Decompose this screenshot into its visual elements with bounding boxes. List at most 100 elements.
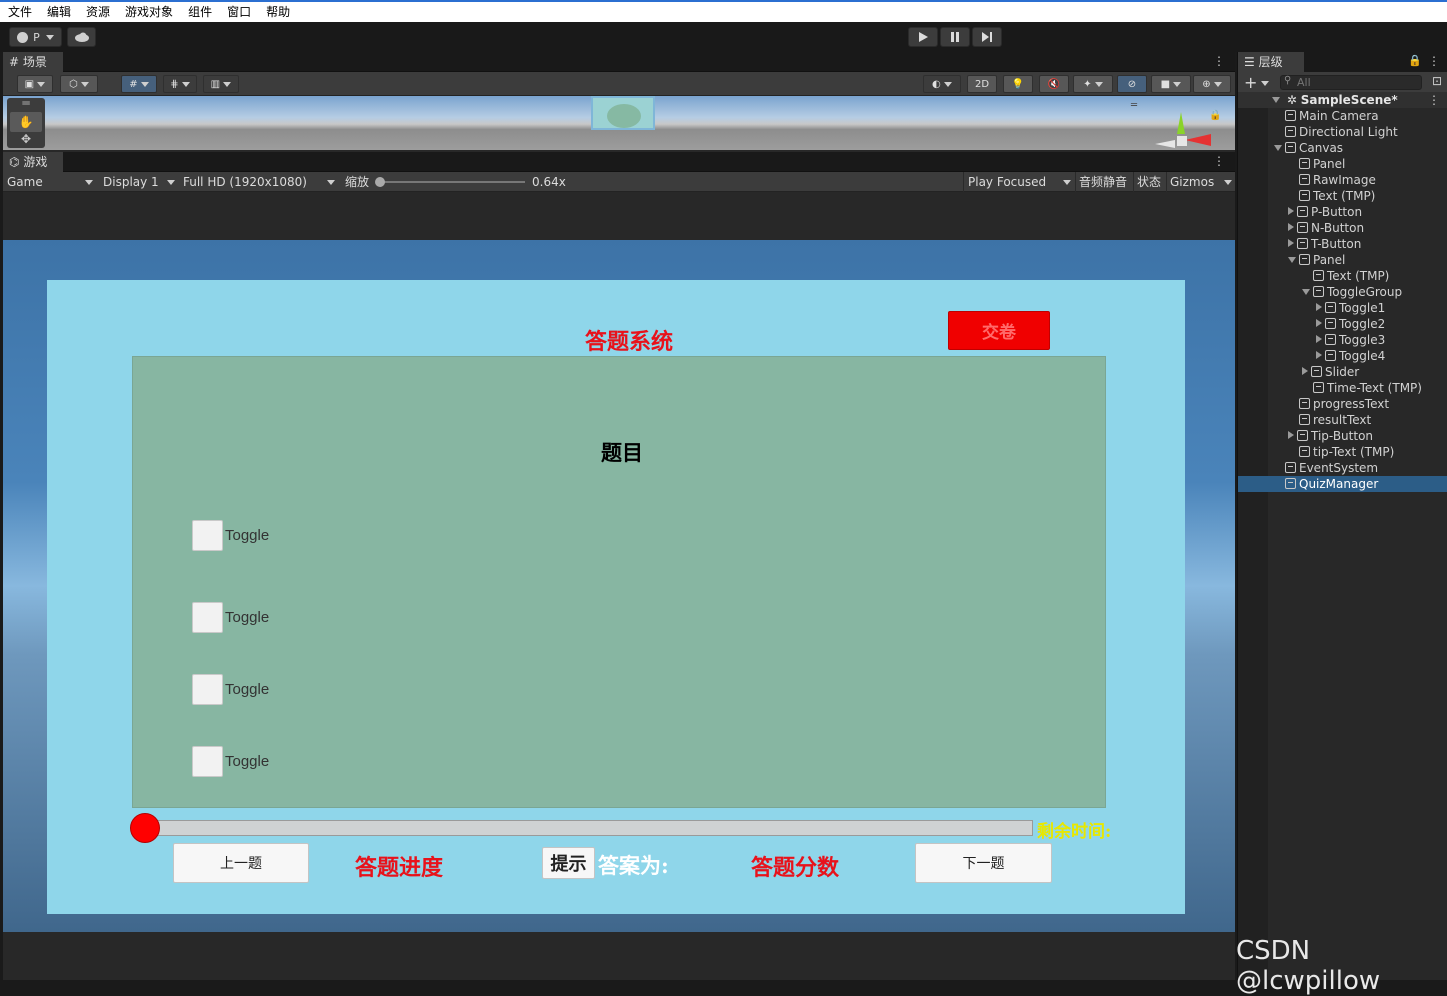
shading-button[interactable]: ⬡ (60, 75, 98, 93)
pause-button[interactable] (940, 27, 970, 47)
scale-slider-handle[interactable] (375, 177, 385, 187)
checkbox[interactable] (192, 520, 223, 551)
menu-window[interactable]: 窗口 (219, 3, 258, 21)
hierarchy-item[interactable]: Toggle4 (1238, 348, 1447, 364)
expand-arrow-icon[interactable] (1302, 367, 1308, 375)
hierarchy-search-input[interactable] (1297, 76, 1417, 89)
canvas-preview[interactable] (591, 96, 655, 130)
grid-snap-button[interactable]: # (121, 75, 157, 93)
time-slider-handle[interactable] (130, 813, 160, 843)
hierarchy-item[interactable]: Canvas (1238, 140, 1447, 156)
submit-button[interactable]: 交卷 (948, 311, 1050, 350)
audio-toggle[interactable]: 🔇 (1039, 75, 1069, 93)
camera-button[interactable]: ■ (1151, 75, 1191, 93)
hierarchy-item[interactable]: progressText (1238, 396, 1447, 412)
stats-toggle[interactable]: 状态 (1133, 172, 1161, 192)
hierarchy-item[interactable]: Tip-Button (1238, 428, 1447, 444)
hierarchy-item[interactable]: Panel (1238, 252, 1447, 268)
mute-audio-toggle[interactable]: 音频静音 (1075, 172, 1127, 192)
scene-viewport[interactable]: ═ ✋ ✥ ═ 🔒 (3, 96, 1235, 150)
lock-icon[interactable]: 🔒 (1209, 110, 1221, 121)
menu-edit[interactable]: 编辑 (39, 3, 78, 21)
resolution-dropdown[interactable]: Full HD (1920x1080) (183, 172, 335, 192)
display-dropdown[interactable]: Display 1 (103, 172, 175, 192)
2d-toggle[interactable]: 2D (967, 75, 997, 93)
menu-help[interactable]: 帮助 (258, 3, 297, 21)
expand-arrow-icon[interactable] (1316, 303, 1322, 311)
step-button[interactable] (972, 27, 1002, 47)
hierarchy-item[interactable]: RawImage (1238, 172, 1447, 188)
menu-file[interactable]: 文件 (0, 3, 39, 21)
hierarchy-item[interactable]: QuizManager (1238, 476, 1447, 492)
menu-gameobject[interactable]: 游戏对象 (117, 3, 180, 21)
add-icon[interactable]: + (1244, 73, 1257, 92)
hierarchy-item[interactable]: Panel (1238, 156, 1447, 172)
toggle-option-2[interactable]: Toggle (192, 602, 269, 633)
hierarchy-item[interactable]: Main Camera (1238, 108, 1447, 124)
hierarchy-item[interactable]: Toggle1 (1238, 300, 1447, 316)
draw-mode-button[interactable]: ▣ (17, 75, 53, 93)
chevron-down-icon[interactable] (1261, 81, 1269, 86)
expand-arrow-icon[interactable] (1316, 335, 1322, 343)
tab-scene[interactable]: # 场景 (3, 52, 63, 72)
checkbox[interactable] (192, 746, 223, 777)
visibility-toggle[interactable]: ⊘ (1117, 75, 1147, 93)
hierarchy-item[interactable]: P-Button (1238, 204, 1447, 220)
expand-arrow-icon[interactable] (1274, 145, 1282, 151)
tab-game[interactable]: ⌬ 游戏 (3, 152, 63, 172)
account-button[interactable]: P (9, 27, 62, 47)
scene-root-row[interactable]: ✲ SampleScene* ⋮ (1238, 92, 1447, 108)
orientation-gizmo[interactable] (1153, 104, 1213, 150)
hierarchy-item[interactable]: Text (TMP) (1238, 188, 1447, 204)
toggle-option-3[interactable]: Toggle (192, 674, 269, 705)
hierarchy-item[interactable]: Text (TMP) (1238, 268, 1447, 284)
toggle-option-1[interactable]: Toggle (192, 520, 269, 551)
tab-hierarchy[interactable]: ☰ 层级 (1238, 52, 1304, 72)
menu-component[interactable]: 组件 (180, 3, 219, 21)
hand-tool-icon[interactable]: ✋ (10, 112, 42, 132)
hierarchy-item[interactable]: Directional Light (1238, 124, 1447, 140)
expand-arrow-icon[interactable] (1288, 223, 1294, 231)
more-options-icon[interactable]: ⋮ (1428, 54, 1440, 68)
drag-handle-icon[interactable]: ═ (7, 97, 45, 112)
expand-arrow-icon[interactable] (1288, 257, 1296, 263)
search-options-icon[interactable]: ⊡ (1432, 74, 1442, 88)
toggle-option-4[interactable]: Toggle (192, 746, 269, 777)
menu-lines-icon[interactable]: ═ (1131, 100, 1137, 111)
expand-arrow-icon[interactable] (1302, 289, 1310, 295)
tip-button[interactable]: 提示 (542, 847, 595, 879)
hierarchy-item[interactable]: ToggleGroup (1238, 284, 1447, 300)
prev-question-button[interactable]: 上一题 (173, 843, 309, 883)
expand-arrow-icon[interactable] (1288, 207, 1294, 215)
play-mode-dropdown[interactable]: Play Focused (963, 172, 1071, 192)
next-question-button[interactable]: 下一题 (915, 843, 1052, 883)
expand-arrow-icon[interactable] (1288, 431, 1294, 439)
cloud-button[interactable] (67, 27, 96, 47)
hierarchy-item[interactable]: Toggle2 (1238, 316, 1447, 332)
ruler-button[interactable]: ▥ (203, 75, 239, 93)
checkbox[interactable] (192, 674, 223, 705)
lighting-toggle[interactable]: 💡 (1003, 75, 1033, 93)
more-options-icon[interactable]: ⋮ (1428, 92, 1440, 108)
expand-arrow-icon[interactable] (1316, 351, 1322, 359)
move-tool-icon[interactable]: ✥ (7, 132, 45, 146)
game-view-dropdown[interactable]: Game (7, 172, 93, 192)
hierarchy-item[interactable]: EventSystem (1238, 460, 1447, 476)
expand-arrow-icon[interactable] (1288, 239, 1294, 247)
hierarchy-search[interactable]: ⚲ (1280, 75, 1422, 90)
expand-arrow-icon[interactable] (1316, 319, 1322, 327)
hierarchy-item[interactable]: T-Button (1238, 236, 1447, 252)
hierarchy-item[interactable]: N-Button (1238, 220, 1447, 236)
expand-arrow-icon[interactable] (1272, 97, 1280, 103)
gizmos-dropdown[interactable]: Gizmos (1166, 172, 1232, 192)
increment-snap-button[interactable]: ⋕ (163, 75, 197, 93)
game-viewport[interactable]: 答题系统 交卷 题目 Toggle Toggle Toggle Toggle 剩… (3, 240, 1235, 932)
menu-assets[interactable]: 资源 (78, 3, 117, 21)
play-button[interactable] (908, 27, 938, 47)
gizmos-button[interactable]: ⊕ (1193, 75, 1231, 93)
effects-button[interactable]: ✦ (1073, 75, 1113, 93)
more-options-icon[interactable]: ⋮ (1213, 54, 1225, 68)
hierarchy-item[interactable]: Time-Text (TMP) (1238, 380, 1447, 396)
hierarchy-item[interactable]: Slider (1238, 364, 1447, 380)
scale-slider[interactable] (375, 172, 525, 192)
